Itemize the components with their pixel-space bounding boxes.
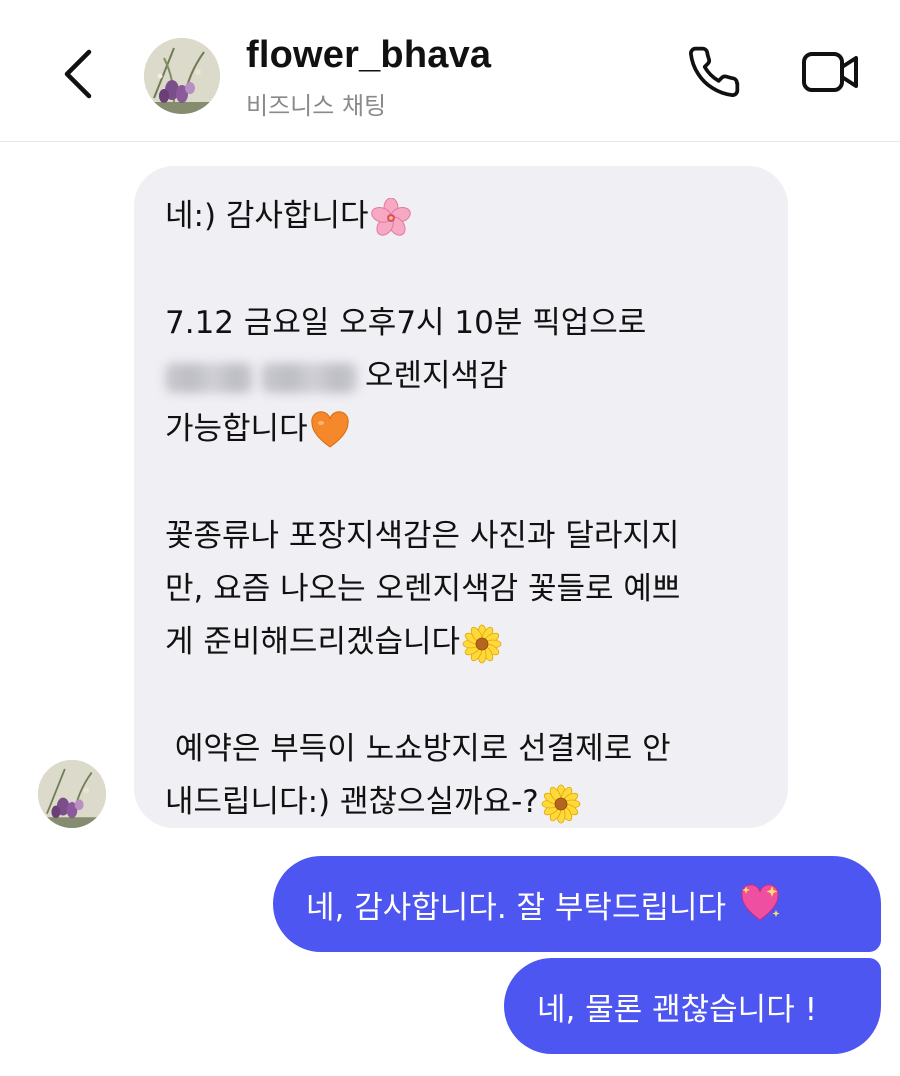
message-line: 게 준비해드리겠습니다 [165,616,766,669]
sender-avatar[interactable] [38,760,106,828]
message-line: 내드립니다:) 괜찮으실까요-? [165,776,766,829]
phone-icon [686,44,742,104]
chat-header: flower_bhava 비즈니스 채팅 [0,0,900,142]
video-call-button[interactable] [798,42,862,106]
message-text: 오렌지색감 [365,358,508,394]
message-line: 예약은 부득이 노쇼방지로 선결제로 안 [165,731,671,767]
blossom-emoji [541,784,581,824]
profile-avatar[interactable] [144,38,220,114]
message-line: 만, 요즘 나오는 오렌지색감 꽃들로 예쁘 [165,571,681,607]
redacted-text [165,362,253,393]
business-chat-label: 비즈니스 채팅 [246,92,387,120]
cherry-blossom-emoji [370,197,411,238]
video-camera-icon [800,48,860,100]
message-text: 네:) 감사합니다 [165,198,369,234]
redacted-text [261,362,357,393]
message-text: 게 준비해드리겠습니다 [165,624,461,660]
sparkling-heart-emoji [738,882,782,926]
back-button[interactable] [50,44,106,108]
message-text: 네, 감사합니다. 잘 부탁드립니다 [306,889,736,926]
message-line: 네:) 감사합니다 [165,190,766,243]
incoming-message-bubble[interactable]: 네:) 감사합니다 7.12 금요일 오후7시 10분 픽업으로 오렌지색감 가… [134,166,788,828]
chevron-left-icon [61,48,95,104]
outgoing-message-bubble[interactable]: 네, 물론 괜찮습니다 ! [504,958,881,1054]
message-line: 오렌지색감 [165,350,766,403]
orange-heart-emoji [310,410,350,451]
profile-name[interactable]: flower_bhava [246,34,491,77]
message-line: 가능합니다 [165,403,766,456]
message-text: 가능합니다 [165,411,308,447]
outgoing-message-bubble[interactable]: 네, 감사합니다. 잘 부탁드립니다 [273,856,881,952]
blossom-emoji [462,624,502,664]
call-button[interactable] [682,42,746,106]
message-text: 내드립니다:) 괜찮으실까요-? [165,784,539,820]
message-line: 꽃종류나 포장지색감은 사진과 달라지지 [165,518,680,554]
message-text: 네, 물론 괜찮습니다 ! [537,991,818,1028]
message-line: 7.12 금요일 오후7시 10분 픽업으로 [165,305,647,341]
